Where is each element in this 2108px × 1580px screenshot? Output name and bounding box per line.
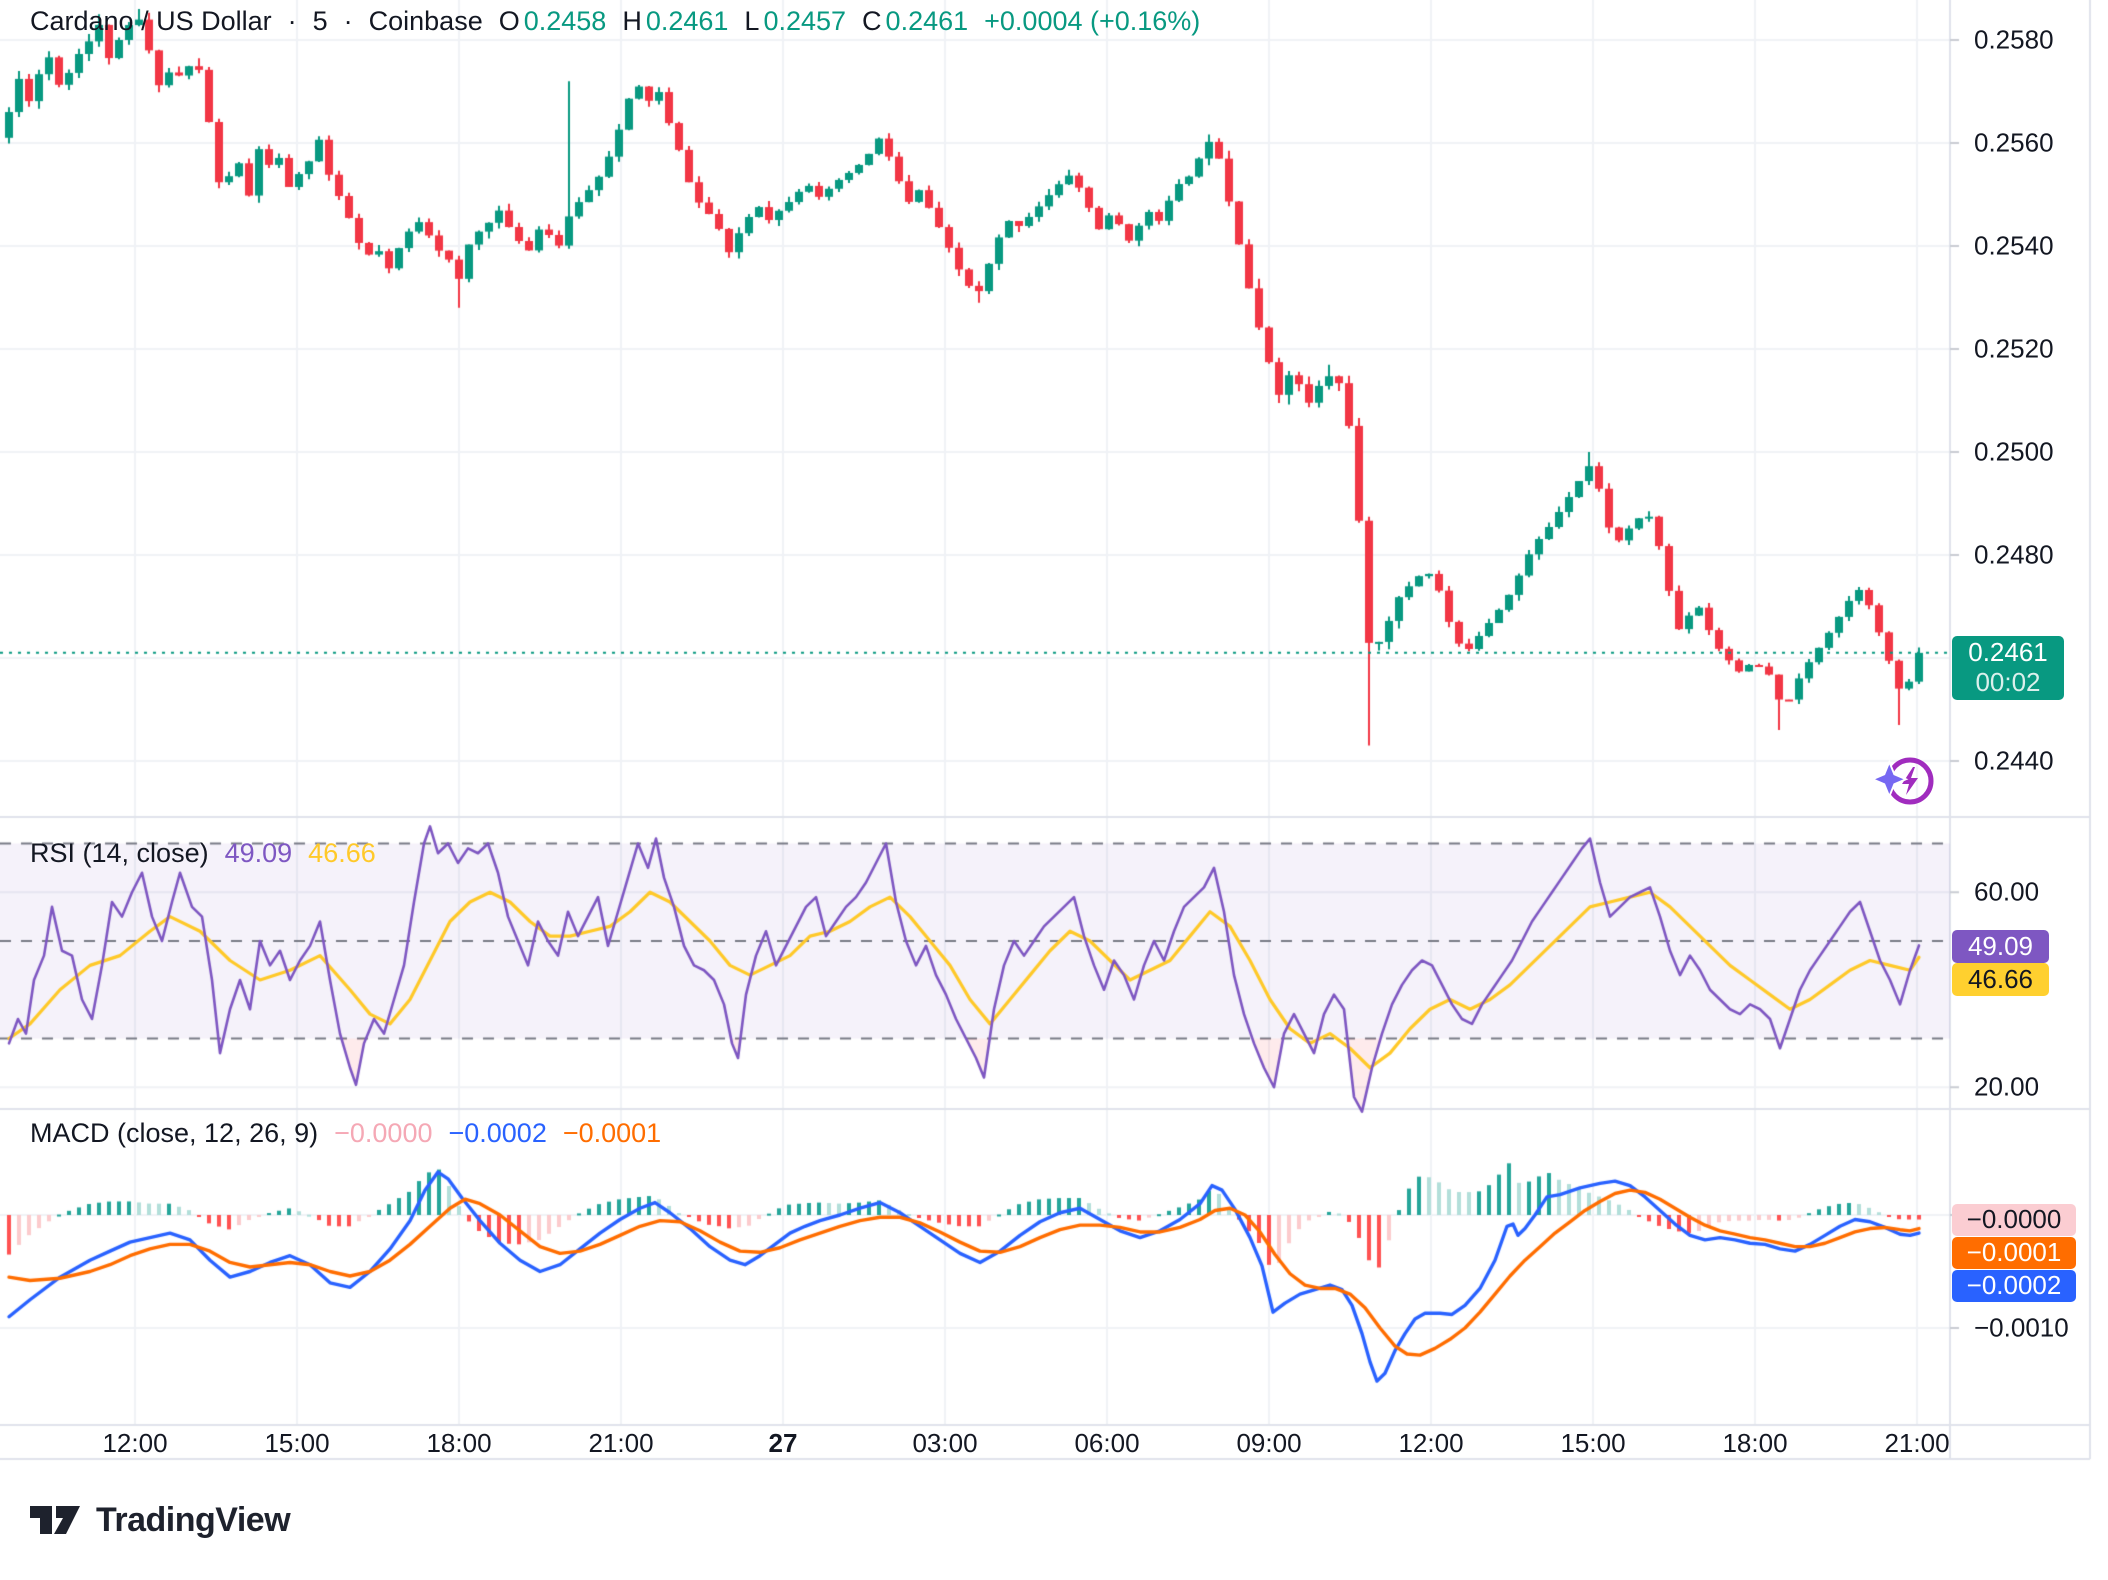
rsi-title[interactable]: RSI (14, close) [30, 838, 209, 869]
rsi-axis-label: 20.00 [1974, 1072, 2039, 1103]
last-price-badge: 0.246100:02 [1952, 636, 2064, 700]
price-axis-label: 0.2440 [1974, 746, 2054, 777]
legend-separator: · [288, 6, 297, 37]
ohlc-high: H0.2461 [622, 6, 728, 37]
flash-trade-button[interactable] [1874, 752, 1936, 814]
macd-signal-value: −0.0001 [563, 1118, 661, 1149]
interval-label[interactable]: 5 [313, 6, 328, 37]
tradingview-chart-page: { "header": { "title": "Cardano / US Dol… [0, 0, 2108, 1580]
time-axis-label: 15:00 [1560, 1428, 1625, 1459]
macd-axis-badge: −0.0000 [1952, 1204, 2076, 1236]
tradingview-logo [28, 1498, 82, 1542]
time-axis-label: 12:00 [102, 1428, 167, 1459]
time-axis-label: 21:00 [1884, 1428, 1949, 1459]
rsi-axis-badge: 49.09 [1952, 930, 2049, 963]
price-axis-label: 0.2520 [1974, 334, 2054, 365]
rsi-axis-label: 60.00 [1974, 877, 2039, 908]
time-axis-label: 27 [769, 1428, 798, 1459]
time-axis-label: 06:00 [1074, 1428, 1139, 1459]
rsi-value: 49.09 [225, 838, 293, 869]
macd-legend[interactable]: MACD (close, 12, 26, 9) −0.0000 −0.0002 … [30, 1118, 661, 1149]
macd-axis-badge: −0.0002 [1952, 1270, 2076, 1302]
time-axis-label: 18:00 [1722, 1428, 1787, 1459]
macd-value: −0.0002 [448, 1118, 546, 1149]
symbol-legend[interactable]: Cardano / US Dollar · 5 · Coinbase O0.24… [30, 6, 1200, 37]
ohlc-open: O0.2458 [499, 6, 607, 37]
symbol-title[interactable]: Cardano / US Dollar [30, 6, 272, 37]
exchange-label[interactable]: Coinbase [369, 6, 483, 37]
lightning-circle-icon [1874, 752, 1936, 814]
macd-axis-badge: −0.0001 [1952, 1237, 2076, 1269]
change-value: +0.0004 (+0.16%) [984, 6, 1200, 37]
price-axis-label: 0.2560 [1974, 128, 2054, 159]
time-axis-label: 12:00 [1398, 1428, 1463, 1459]
rsi-legend[interactable]: RSI (14, close) 49.09 46.66 [30, 838, 376, 869]
time-axis-label: 21:00 [588, 1428, 653, 1459]
price-axis-label: 0.2500 [1974, 437, 2054, 468]
price-axis-label: 0.2480 [1974, 540, 2054, 571]
rsi-ma-value: 46.66 [308, 838, 376, 869]
macd-axis-label: −0.0010 [1974, 1313, 2069, 1344]
price-axis-label: 0.2540 [1974, 231, 2054, 262]
time-axis-label: 18:00 [426, 1428, 491, 1459]
macd-title[interactable]: MACD (close, 12, 26, 9) [30, 1118, 318, 1149]
ohlc-close: C0.2461 [862, 6, 968, 37]
footer-brand[interactable]: TradingView [28, 1498, 290, 1542]
time-axis-label: 03:00 [912, 1428, 977, 1459]
macd-hist-value: −0.0000 [334, 1118, 432, 1149]
time-axis-label: 09:00 [1236, 1428, 1301, 1459]
ohlc-low: L0.2457 [744, 6, 846, 37]
legend-separator: · [344, 6, 353, 37]
price-axis-label: 0.2580 [1974, 25, 2054, 56]
chart-canvas[interactable] [0, 0, 2108, 1580]
rsi-axis-badge: 46.66 [1952, 963, 2049, 996]
brand-name: TradingView [96, 1501, 290, 1540]
time-axis-label: 15:00 [264, 1428, 329, 1459]
